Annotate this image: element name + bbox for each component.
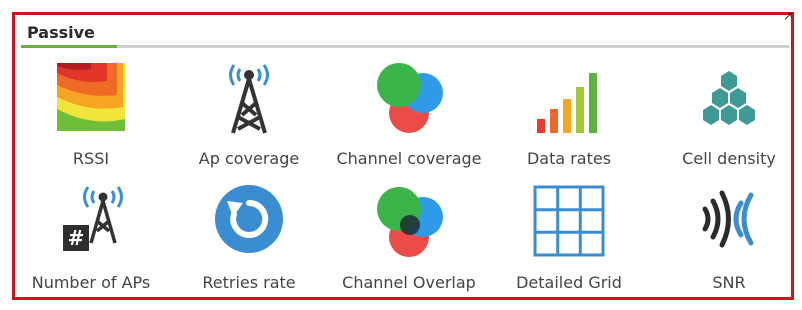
tile-channel-coverage[interactable]: Channel coverage — [329, 55, 489, 175]
header-divider — [21, 45, 789, 48]
header-accent-bar — [21, 45, 117, 48]
rssi-heatmap-icon — [57, 63, 125, 131]
overlap-circles-icon — [377, 187, 443, 257]
grid-icon — [533, 185, 605, 257]
tile-data-rates[interactable]: Data rates — [489, 55, 649, 175]
tile-label: Data rates — [526, 149, 612, 168]
tile-number-of-aps[interactable]: # Number of APs — [11, 179, 171, 299]
panel-title: Passive — [27, 23, 95, 42]
tile-label: Detailed Grid — [516, 273, 622, 292]
tile-retries-rate[interactable]: Retries rate — [169, 179, 329, 299]
ap-count-icon: # — [63, 186, 123, 251]
map-type-grid: RSSI Ap coverage Channel coverage Data r… — [15, 55, 791, 299]
tile-label: Cell density — [682, 149, 776, 168]
tile-label: SNR — [712, 273, 746, 292]
tile-channel-overlap[interactable]: Channel Overlap — [329, 179, 489, 299]
snr-waves-icon — [702, 190, 754, 248]
tile-rssi[interactable]: RSSI — [11, 55, 171, 175]
svg-text:#: # — [68, 226, 85, 250]
bar-chart-icon — [537, 73, 597, 133]
tile-cell-density[interactable]: Cell density — [649, 55, 802, 175]
tile-snr[interactable]: SNR — [649, 179, 802, 299]
channel-circles-icon — [377, 63, 443, 133]
tile-label: Number of APs — [31, 273, 151, 292]
retry-arrow-icon — [215, 185, 283, 253]
hexagon-cluster-icon — [703, 71, 755, 125]
tile-label: Retries rate — [202, 273, 296, 292]
tile-label: Ap coverage — [198, 149, 300, 168]
tile-ap-coverage[interactable]: Ap coverage — [169, 55, 329, 175]
ap-tower-icon — [229, 64, 269, 134]
tile-label: RSSI — [72, 149, 110, 168]
panel-header: Passive — [21, 18, 795, 48]
tile-detailed-grid[interactable]: Detailed Grid — [489, 179, 649, 299]
tile-label: Channel Overlap — [342, 273, 476, 292]
tile-label: Channel coverage — [336, 149, 482, 168]
passive-panel: ↗ Passive RSSI Ap coverage Channel cover… — [12, 9, 795, 300]
